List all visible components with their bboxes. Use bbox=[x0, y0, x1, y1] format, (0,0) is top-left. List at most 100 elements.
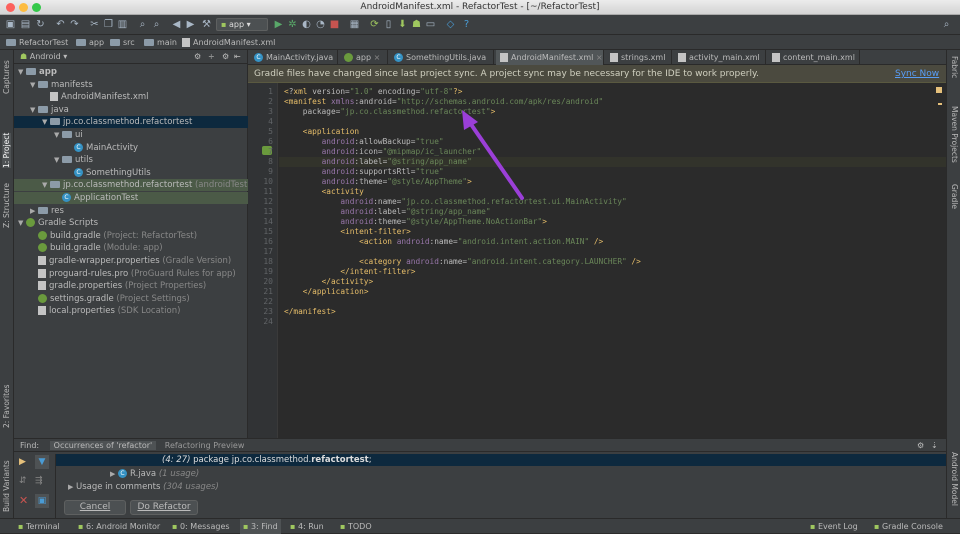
zoom-window-icon[interactable] bbox=[32, 3, 41, 12]
tree-item[interactable]: ▼ manifests bbox=[14, 79, 248, 91]
gradle-tool-tab[interactable]: Gradle bbox=[950, 184, 959, 209]
help-icon[interactable]: ? bbox=[460, 18, 473, 31]
open-folder-icon[interactable]: ▣ bbox=[4, 18, 17, 31]
close-icon[interactable]: ✕ bbox=[19, 494, 28, 507]
sdk-manager-icon[interactable]: ⬇ bbox=[396, 18, 409, 31]
editor-tab[interactable]: CMainActivity.java × bbox=[250, 50, 338, 77]
breadcrumb-item[interactable]: app bbox=[76, 35, 104, 50]
status-tool-4-run[interactable]: ▪ 4: Run bbox=[290, 519, 324, 534]
project-structure-icon[interactable]: ▦ bbox=[348, 18, 361, 31]
tree-item[interactable]: gradle.properties (Project Properties) bbox=[14, 280, 248, 292]
tab-occurrences[interactable]: Occurrences of 'refactor' bbox=[49, 441, 157, 450]
debug-icon[interactable]: ✲ bbox=[286, 18, 299, 31]
tree-item[interactable]: ▼ app bbox=[14, 66, 248, 78]
status-tool-gradle-console[interactable]: ▪ Gradle Console bbox=[874, 519, 943, 534]
avd-manager-icon[interactable]: ▯ bbox=[382, 18, 395, 31]
expand-arrow-icon[interactable]: ▼ bbox=[18, 217, 26, 229]
close-tab-icon[interactable]: × bbox=[593, 53, 603, 62]
do-refactor-button[interactable]: Do Refactor bbox=[130, 500, 198, 515]
paste-icon[interactable]: ▥ bbox=[116, 18, 129, 31]
build-variants-tool-tab[interactable]: Build Variants bbox=[2, 460, 11, 512]
tree-item[interactable]: settings.gradle (Project Settings) bbox=[14, 293, 248, 305]
expand-arrow-icon[interactable]: ▼ bbox=[18, 66, 26, 78]
replace-icon[interactable]: ⌕ bbox=[150, 18, 163, 31]
preview-icon[interactable]: ▣ bbox=[35, 494, 49, 508]
collapse-all-icon[interactable]: ⇶ bbox=[35, 476, 43, 486]
status-tool-terminal[interactable]: ▪ Terminal bbox=[18, 519, 60, 534]
breadcrumb-item[interactable]: main bbox=[144, 35, 177, 50]
filter-icon[interactable]: ▼ bbox=[35, 455, 49, 469]
status-tool-3-find[interactable]: ▪ 3: Find bbox=[240, 519, 281, 534]
code-editor[interactable]: <?xml version="1.0" encoding="utf-8"?> <m… bbox=[279, 83, 946, 438]
profile-icon[interactable]: ◔ bbox=[314, 18, 327, 31]
breadcrumb-item[interactable]: RefactorTest bbox=[6, 35, 68, 50]
android-monitor-icon[interactable]: ☗ bbox=[410, 18, 423, 31]
tree-item[interactable]: ▼ ui bbox=[14, 129, 248, 141]
gradle-sync-icon[interactable]: ⟳ bbox=[368, 18, 381, 31]
tree-item[interactable]: AndroidManifest.xml bbox=[14, 91, 248, 103]
collapse-all-icon[interactable]: ÷ bbox=[208, 50, 215, 64]
expand-arrow-icon[interactable]: ▼ bbox=[30, 104, 38, 116]
list-item[interactable]: ▶ Usage in comments (304 usages) bbox=[68, 481, 219, 493]
status-tool-event-log[interactable]: ▪ Event Log bbox=[810, 519, 858, 534]
sync-icon[interactable]: ↻ bbox=[34, 18, 47, 31]
tree-item[interactable]: ▼ java bbox=[14, 104, 248, 116]
copy-icon[interactable]: ❐ bbox=[102, 18, 115, 31]
undo-icon[interactable]: ↶ bbox=[54, 18, 67, 31]
sync-now-link[interactable]: Sync Now bbox=[895, 65, 939, 83]
tab-refactoring-preview[interactable]: Refactoring Preview bbox=[165, 441, 245, 450]
cancel-button[interactable]: Cancel bbox=[64, 500, 126, 515]
favorites-tool-tab[interactable]: 2: Favorites bbox=[2, 384, 11, 428]
coverage-icon[interactable]: ◐ bbox=[300, 18, 313, 31]
tree-item[interactable]: ▼ jp.co.classmethod.refactortest bbox=[14, 116, 248, 129]
breadcrumb-item[interactable]: AndroidManifest.xml bbox=[182, 35, 275, 50]
expand-arrow-icon[interactable]: ▼ bbox=[42, 179, 50, 191]
find-icon[interactable]: ⌕ bbox=[136, 18, 149, 31]
fabric-tool-tab[interactable]: Fabric bbox=[950, 56, 959, 78]
close-window-icon[interactable] bbox=[6, 3, 15, 12]
android-model-tool-tab[interactable]: Android Model bbox=[950, 452, 959, 506]
hide-panel-icon[interactable]: ⇤ bbox=[234, 50, 241, 64]
tree-item[interactable]: ▶ res bbox=[14, 205, 248, 217]
project-tool-tab[interactable]: 1: Project bbox=[2, 132, 11, 168]
redo-icon[interactable]: ↷ bbox=[68, 18, 81, 31]
expand-arrow-icon[interactable]: ▼ bbox=[30, 79, 38, 91]
expand-arrow-icon[interactable]: ▶ bbox=[30, 205, 38, 217]
structure-tool-tab[interactable]: Z: Structure bbox=[2, 183, 11, 228]
project-view-mode-select[interactable]: Android ▾ bbox=[30, 52, 68, 61]
tree-item[interactable]: build.gradle (Module: app) bbox=[14, 242, 248, 254]
search-everywhere-icon[interactable]: ⌕ bbox=[940, 18, 953, 31]
firebase-icon[interactable]: ◇ bbox=[444, 18, 457, 31]
editor-tab[interactable]: activity_main.xml × bbox=[674, 50, 766, 77]
forward-icon[interactable]: ▶ bbox=[184, 18, 197, 31]
tree-item[interactable]: local.properties (SDK Location) bbox=[14, 305, 248, 317]
find-settings-icon[interactable]: ⚙ bbox=[917, 439, 924, 452]
tree-item[interactable]: C ApplicationTest bbox=[14, 192, 248, 204]
editor-tab[interactable]: CSomethingUtils.java × bbox=[390, 50, 494, 77]
status-tool-6-android-monitor[interactable]: ▪ 6: Android Monitor bbox=[78, 519, 160, 534]
minimize-window-icon[interactable] bbox=[19, 3, 28, 12]
status-tool-0-messages[interactable]: ▪ 0: Messages bbox=[172, 519, 230, 534]
editor-tab[interactable]: content_main.xml × bbox=[768, 50, 860, 77]
editor-tab[interactable]: app × bbox=[340, 50, 388, 65]
tree-item[interactable]: ▼ jp.co.classmethod.refactortest (android… bbox=[14, 179, 251, 192]
find-result-row[interactable]: (4: 27) package jp.co.classmethod.refact… bbox=[56, 454, 946, 466]
tree-item[interactable]: proguard-rules.pro (ProGuard Rules for a… bbox=[14, 268, 248, 280]
maven-projects-tool-tab[interactable]: Maven Projects bbox=[950, 106, 959, 163]
tree-item[interactable]: ▼ Gradle Scripts bbox=[14, 217, 248, 229]
run-icon[interactable]: ▶ bbox=[272, 18, 285, 31]
close-tab-icon[interactable]: × bbox=[371, 53, 381, 62]
list-item[interactable]: ▶ C R.java (1 usage) bbox=[110, 468, 199, 480]
tree-item[interactable]: build.gradle (Project: RefactorTest) bbox=[14, 230, 248, 242]
gear-icon[interactable]: ⚙ bbox=[222, 50, 229, 64]
expand-arrow-icon[interactable]: ▼ bbox=[42, 116, 50, 128]
rerun-icon[interactable]: ▶ bbox=[19, 457, 26, 467]
hide-find-panel-icon[interactable]: ⇣ bbox=[931, 439, 938, 452]
device-icon[interactable]: ▭ bbox=[424, 18, 437, 31]
expand-all-icon[interactable]: ⇵ bbox=[19, 476, 27, 486]
tree-item[interactable]: C SomethingUtils bbox=[14, 167, 248, 179]
settings-icon[interactable]: ⚙ bbox=[194, 50, 201, 64]
tree-item[interactable]: C MainActivity bbox=[14, 142, 248, 154]
breadcrumb-item[interactable]: src bbox=[110, 35, 135, 50]
run-config-select[interactable]: ▪ app ▾ bbox=[216, 18, 268, 31]
